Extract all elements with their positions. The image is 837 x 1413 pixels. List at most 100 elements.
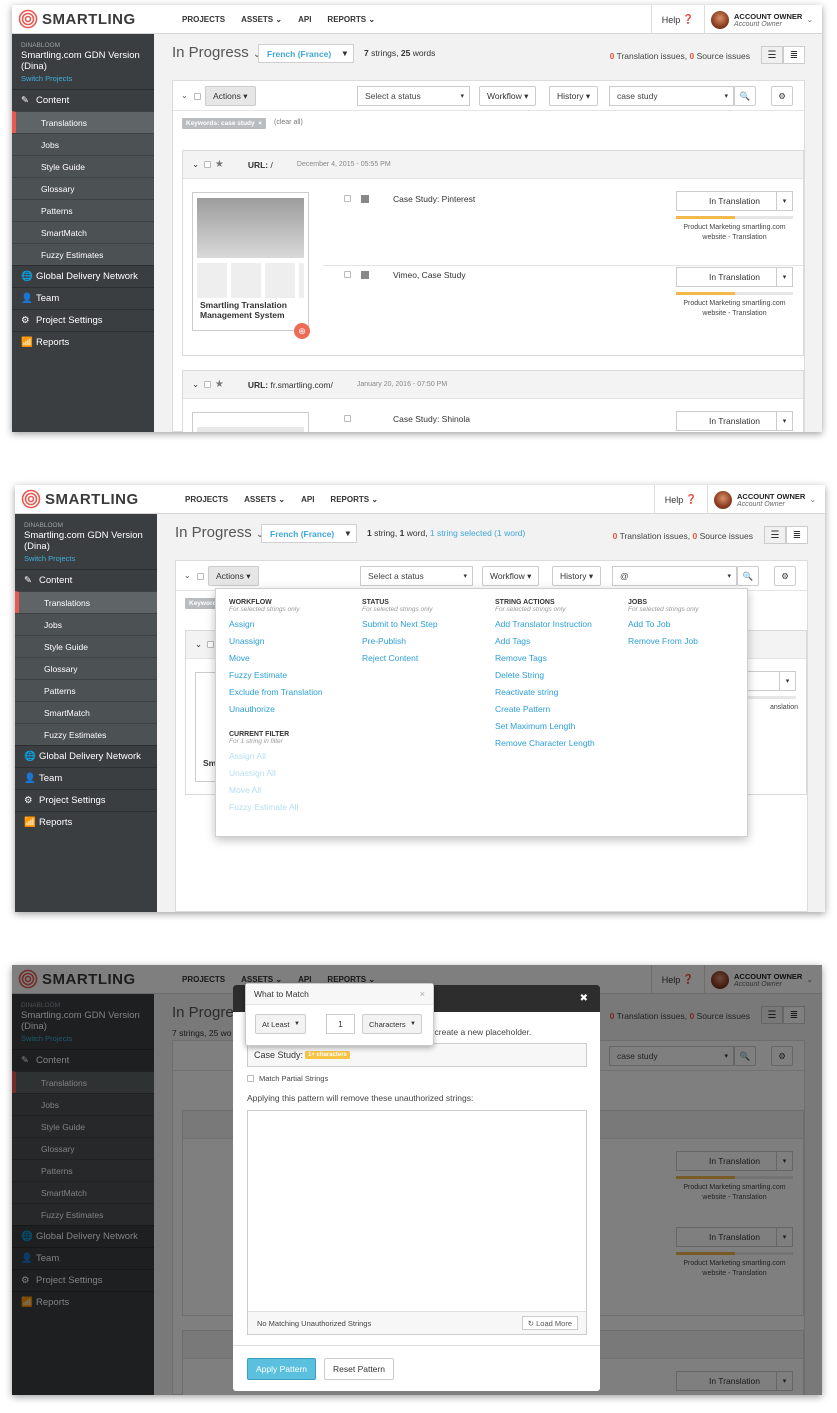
- select-all-checkbox[interactable]: [194, 93, 201, 100]
- menu-create-pattern[interactable]: Create Pattern: [495, 704, 595, 714]
- menu-unauthorize[interactable]: Unauthorize: [229, 704, 323, 714]
- translation-status-button[interactable]: In Translation▾: [676, 191, 793, 211]
- nav-api[interactable]: API: [301, 495, 314, 504]
- search-input[interactable]: case study▾: [609, 86, 734, 106]
- help-link[interactable]: Help ❓: [650, 5, 704, 34]
- sidebar-item-patterns[interactable]: Patterns: [15, 679, 157, 701]
- translation-status-button[interactable]: In Translation▾: [676, 267, 793, 287]
- caret-down-icon[interactable]: ▾: [776, 192, 792, 210]
- status-filter-dropdown[interactable]: In Progress ⌄: [172, 44, 261, 61]
- actions-button[interactable]: Actions ▾: [208, 566, 259, 586]
- sidebar-item-patterns[interactable]: Patterns: [12, 199, 154, 221]
- caret-down-icon[interactable]: ▾: [779, 672, 795, 690]
- nav-api[interactable]: API: [298, 15, 311, 24]
- string-row[interactable]: Vimeo, Case Study In Translation ▾ Produc…: [323, 265, 803, 337]
- gear-icon[interactable]: ⚙: [774, 566, 796, 586]
- sidebar-item-jobs[interactable]: Jobs: [12, 133, 154, 155]
- menu-reactivate-string[interactable]: Reactivate string: [495, 687, 595, 697]
- sidebar-section-reports[interactable]: 📶Reports: [15, 811, 157, 833]
- group-checkbox[interactable]: [203, 161, 211, 168]
- nav-projects[interactable]: PROJECTS: [182, 15, 225, 24]
- sidebar-section-team[interactable]: 👤Team: [15, 767, 157, 789]
- menu-fuzzy-estimate[interactable]: Fuzzy Estimate: [229, 670, 323, 680]
- select-all-checkbox[interactable]: [197, 573, 204, 580]
- sidebar-section-team[interactable]: 👤Team: [12, 287, 154, 309]
- string-checkbox[interactable]: [344, 415, 351, 422]
- menu-move-all[interactable]: Move All: [229, 785, 323, 795]
- match-partial-checkbox[interactable]: [247, 1075, 254, 1082]
- status-select[interactable]: Select a status ▾: [357, 86, 470, 106]
- sidebar-item-smartmatch[interactable]: SmartMatch: [12, 221, 154, 243]
- workflow-button[interactable]: Workflow ▾: [482, 566, 540, 586]
- menu-move[interactable]: Move: [229, 653, 323, 663]
- unit-select[interactable]: Characters ▼: [362, 1014, 422, 1034]
- sidebar-item-glossary[interactable]: Glossary: [12, 177, 154, 199]
- page-thumbnail[interactable]: [192, 412, 309, 432]
- match-partial-option[interactable]: Match Partial Strings: [247, 1074, 328, 1083]
- string-row[interactable]: Case Study: Shinola In Translation ▾: [323, 409, 803, 432]
- close-icon[interactable]: ✖: [580, 993, 588, 1004]
- tree-view-icon[interactable]: ≣: [783, 46, 805, 64]
- menu-add-to-job[interactable]: Add To Job: [628, 619, 698, 629]
- logo[interactable]: SMARTLING: [18, 9, 136, 29]
- language-select[interactable]: French (France) ▾: [258, 44, 354, 63]
- menu-reject-content[interactable]: Reject Content: [362, 653, 438, 663]
- menu-add-tags[interactable]: Add Tags: [495, 636, 595, 646]
- menu-pre-publish[interactable]: Pre-Publish: [362, 636, 438, 646]
- sidebar-item-fuzzy-estimates[interactable]: Fuzzy Estimates: [12, 243, 154, 265]
- account-menu[interactable]: ACCOUNT OWNERAccount Owner ⌄: [704, 5, 822, 34]
- tree-view-icon[interactable]: ≣: [786, 526, 808, 544]
- menu-remove-from-job[interactable]: Remove From Job: [628, 636, 698, 646]
- switch-projects-link[interactable]: Switch Projects: [12, 72, 154, 83]
- nav-assets[interactable]: ASSETS ⌄: [244, 495, 285, 504]
- placeholder-chip[interactable]: 1+ characters: [305, 1051, 350, 1059]
- menu-delete-string[interactable]: Delete String: [495, 670, 595, 680]
- job-name[interactable]: Product Marketing smartling.com website …: [674, 223, 795, 243]
- at-least-select[interactable]: At Least ▼: [255, 1014, 306, 1034]
- menu-unassign-all[interactable]: Unassign All: [229, 768, 323, 778]
- sidebar-item-smartmatch[interactable]: SmartMatch: [15, 701, 157, 723]
- status-filter-dropdown[interactable]: In Progress ⌄: [175, 524, 264, 541]
- menu-remove-tags[interactable]: Remove Tags: [495, 653, 595, 663]
- collapse-chevron-icon[interactable]: ⌄: [184, 571, 191, 580]
- translation-status-button[interactable]: In Translation▾: [676, 411, 793, 431]
- status-select[interactable]: Select a status ▾: [360, 566, 473, 586]
- sidebar-item-style-guide[interactable]: Style Guide: [15, 635, 157, 657]
- actions-button[interactable]: Actions ▾: [205, 86, 256, 106]
- star-icon[interactable]: ★: [215, 159, 224, 170]
- zoom-icon[interactable]: ⊕: [294, 323, 310, 339]
- chevron-down-icon[interactable]: ⌄: [192, 379, 199, 390]
- string-row[interactable]: Case Study: Pinterest In Translation ▾ Pr…: [323, 189, 803, 261]
- history-button[interactable]: History ▾: [549, 86, 599, 106]
- nav-reports[interactable]: REPORTS ⌄: [330, 495, 378, 504]
- chevron-down-icon[interactable]: ⌄: [192, 159, 199, 170]
- search-icon[interactable]: 🔍: [737, 566, 759, 586]
- search-icon[interactable]: 🔍: [734, 86, 756, 106]
- sidebar-item-translations[interactable]: Translations: [15, 591, 157, 613]
- group-checkbox[interactable]: [203, 381, 211, 388]
- history-button[interactable]: History ▾: [552, 566, 602, 586]
- logo[interactable]: SMARTLING: [21, 489, 139, 509]
- help-link[interactable]: Help ❓: [653, 485, 707, 514]
- sidebar-item-fuzzy-estimates[interactable]: Fuzzy Estimates: [15, 723, 157, 745]
- sidebar-section-content[interactable]: ✎ Content: [12, 89, 154, 111]
- menu-fuzzy-estimate-all[interactable]: Fuzzy Estimate All: [229, 802, 323, 812]
- nav-reports[interactable]: REPORTS ⌄: [327, 15, 375, 24]
- sidebar-item-glossary[interactable]: Glossary: [15, 657, 157, 679]
- workflow-button[interactable]: Workflow ▾: [479, 86, 537, 106]
- close-icon[interactable]: ×: [420, 989, 425, 999]
- sidebar-item-jobs[interactable]: Jobs: [15, 613, 157, 635]
- menu-remove-character-length[interactable]: Remove Character Length: [495, 738, 595, 748]
- star-icon[interactable]: ★: [215, 379, 224, 390]
- sidebar-section-project-settings[interactable]: ⚙ Project Settings: [12, 309, 154, 331]
- menu-submit-next-step[interactable]: Submit to Next Step: [362, 619, 438, 629]
- issues-summary[interactable]: 0 Translation issues, 0 Source issues: [613, 531, 753, 541]
- clear-all-link[interactable]: (clear all): [274, 119, 303, 126]
- caret-down-icon[interactable]: ▾: [776, 412, 792, 430]
- string-checkbox[interactable]: [344, 271, 351, 278]
- menu-unassign[interactable]: Unassign: [229, 636, 323, 646]
- account-menu[interactable]: ACCOUNT OWNERAccount Owner ⌄: [707, 485, 825, 514]
- list-view-icon[interactable]: ☰: [764, 526, 786, 544]
- group-checkbox[interactable]: [206, 641, 214, 648]
- page-thumbnail[interactable]: Smartling Translation Management System: [192, 192, 309, 331]
